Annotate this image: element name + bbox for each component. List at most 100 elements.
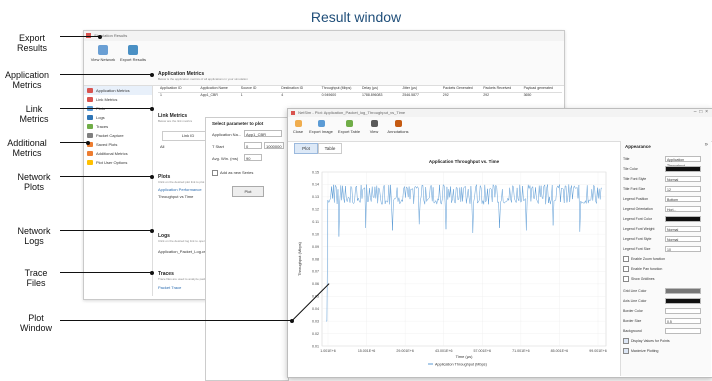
property-row: Title Font Style Normal [623,175,709,184]
application-name-select[interactable]: App1_CBR [244,130,282,137]
property-row: Axis Line Color [623,297,709,306]
traces-subtitle: Trace files are used to analyze packet l… [158,277,208,281]
app-icon [291,111,295,115]
tab-plot[interactable]: Plot [294,143,318,154]
view-button[interactable]: View [364,120,384,134]
y-tick-label: 0.09 [312,245,319,249]
sidebar-item-application-metrics[interactable]: Application Metrics [84,86,152,95]
close-icon [294,120,302,127]
callout-connector [60,320,292,321]
property-value[interactable]: Hori... [665,206,701,212]
property-checkbox[interactable]: Enable Zoom function [623,256,709,265]
annotations-button[interactable]: Annotations [384,120,412,134]
callout-connector [60,230,152,231]
sidebar-item-traces[interactable]: Traces [84,122,152,131]
average-window-input[interactable]: 90 [244,154,262,161]
column-header[interactable]: Source ID [241,86,257,90]
export-results-label: Export Results [119,57,146,62]
sidebar-item-label: Packet Capture [96,133,124,138]
checkbox[interactable] [623,266,629,272]
y-tick-label: 0.02 [312,332,319,336]
column-header[interactable]: Packets Generated [443,86,473,90]
property-checkbox[interactable]: Display Values for Points [623,338,709,347]
table-row: 1 App1_CBR 1 4 0.949600 1788.896083 2546.5877 2… [158,93,562,99]
collapse-icon[interactable]: » [705,142,708,148]
table-cell: 1 [160,93,162,97]
table-cell: 0.949600 [321,93,337,97]
property-value[interactable] [665,308,701,314]
close-button[interactable]: Close [288,120,308,134]
property-label: Border Color [623,309,643,313]
property-value[interactable] [665,288,701,294]
sidebar-item-packet-capture[interactable]: Packet Capture [84,131,152,140]
column-header[interactable]: Jitter (µs) [402,86,417,90]
sidebar-item-plot-user-options[interactable]: Plot User Options [84,158,152,167]
sidebar-item-saved-plots[interactable]: Saved Plots [84,140,152,149]
property-value[interactable]: 12 [665,186,701,192]
property-value[interactable]: Application Throughput [665,156,701,168]
link-id-all[interactable]: All [160,144,164,149]
property-value[interactable] [665,328,701,334]
plot-link-application-performance[interactable]: Application Performance [158,187,208,192]
checkbox[interactable] [212,170,218,176]
trace-link[interactable]: Packet Trace [158,285,208,290]
property-label: Legend Font Style [623,237,652,241]
property-row: Background [623,327,709,336]
log-link[interactable]: Application_Packet_Log.csv [158,249,208,254]
throughput-chart[interactable]: Application Throughput vs. Time 0.15 0.14 0… [292,154,612,369]
column-header[interactable]: Packets Received [483,86,511,90]
export-table-button[interactable]: Export Table [336,120,362,134]
property-checkbox[interactable]: Maximize Plotting [623,348,709,357]
property-value[interactable]: 10 [665,246,701,252]
property-value[interactable] [665,298,701,304]
column-header[interactable]: Destination ID [281,86,303,90]
checkbox-checked[interactable] [623,338,629,344]
plot-window-titlebar: NetSim - Plot: Application_Packet_log_Th… [288,109,712,117]
property-value[interactable]: 0.5 [665,318,701,324]
view-network-button[interactable]: View Network [88,45,118,62]
property-row: Border Size 0.5 [623,317,709,326]
sidebar-item-additional-metrics[interactable]: Additional Metrics [84,149,152,158]
sidebar-item-logs[interactable]: Logs [84,113,152,122]
x-tick-label: 15.001E+6 [358,349,376,353]
export-image-button[interactable]: Export Image [308,120,334,134]
export-results-button[interactable]: Export Results [118,45,148,62]
property-value[interactable] [665,166,701,172]
window-controls[interactable]: – □ × [694,109,708,115]
property-row: Legend Font Size 10 [623,245,709,254]
property-checkbox[interactable]: Show Gridlines [623,276,709,285]
trace-icon [87,124,93,129]
legend-label: Application Throughput (Mbps) [435,362,488,366]
additional-metrics-icon [87,151,93,156]
x-tick-label: 85.001E+6 [551,349,569,353]
checkbox[interactable] [623,256,629,262]
y-tick-label: 0.04 [312,307,319,311]
property-row: Legend Font Weight Normal [623,225,709,234]
tab-table[interactable]: Table [318,143,342,154]
plot-window-callout: Plot Window [19,313,52,333]
property-value[interactable]: Bottom [665,196,701,202]
property-value[interactable] [665,216,701,222]
time-end-input[interactable]: 1000000 [264,142,284,149]
column-header[interactable]: Payload generated [524,86,553,90]
callout-dot [150,72,154,77]
select-parameter-heading: Select parameter to plot [212,121,264,126]
logs-subtitle: Click on the desired log link to open th… [158,239,208,243]
checkbox[interactable] [623,276,629,282]
column-header[interactable]: Delay (µs) [362,86,378,90]
column-header[interactable]: Throughput (Mbps) [322,86,352,90]
property-label: Background [623,329,642,333]
property-value[interactable]: Normal [665,226,701,232]
column-header[interactable]: Application ID [160,86,182,90]
property-value[interactable]: Normal [665,176,701,182]
sidebar-item-link-metrics[interactable]: Link Metrics [84,95,152,104]
property-checkbox[interactable]: Enable Pan function [623,266,709,275]
plot-button[interactable]: Plot [232,186,264,197]
add-series-checkbox[interactable]: Add as new Series [212,170,253,176]
checkbox-checked[interactable] [623,348,629,354]
time-start-input[interactable]: 0 [244,142,262,149]
callout-connector [60,142,88,143]
plot-link-throughput[interactable]: Throughput vs Time [158,194,208,199]
column-header[interactable]: Application Name [200,86,227,90]
property-value[interactable]: Normal [665,236,701,242]
